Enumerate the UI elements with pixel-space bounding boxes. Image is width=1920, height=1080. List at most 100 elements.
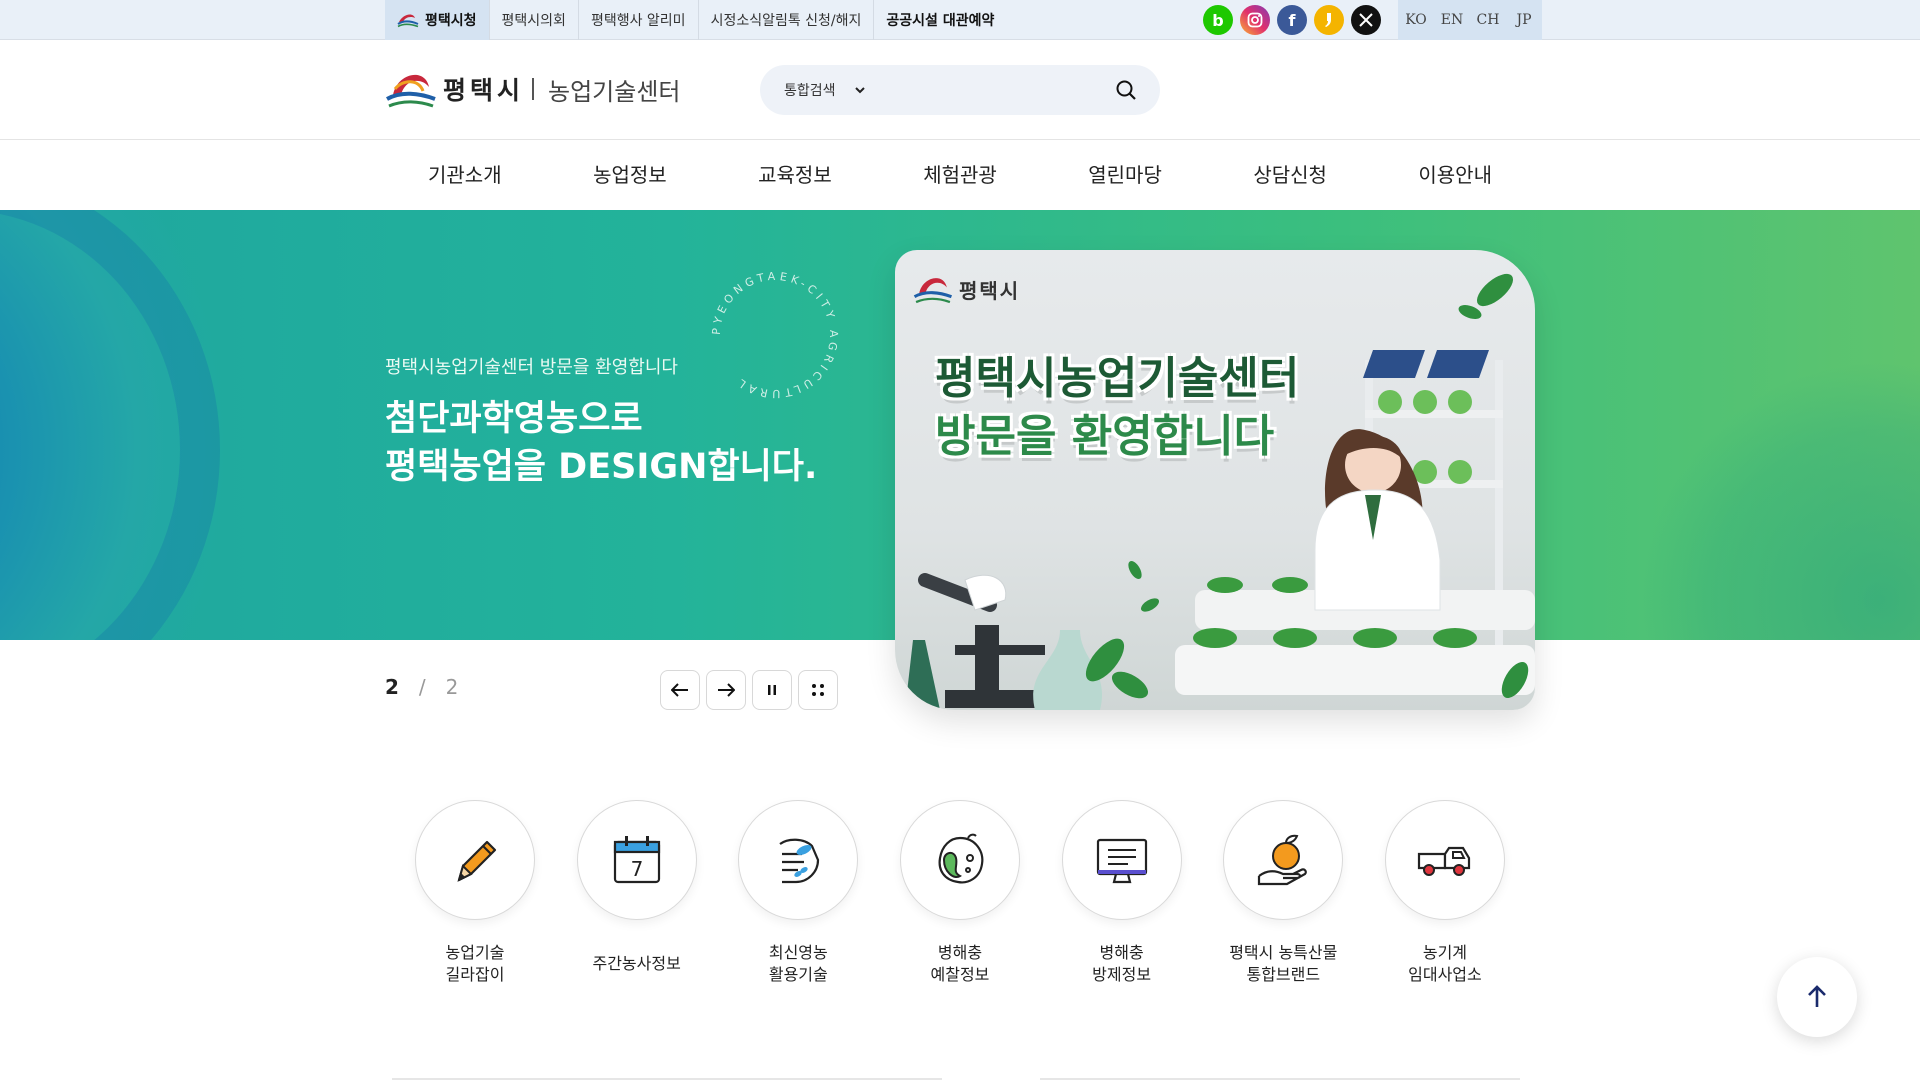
quick-item-pest-forecast[interactable]: 병해충 예찰정보 — [890, 800, 1030, 986]
card-logo: 평택시 — [913, 270, 1020, 308]
next-slide-button[interactable] — [706, 670, 746, 710]
quick-label-line: 예찰정보 — [930, 965, 990, 984]
back-to-top-button[interactable] — [1777, 957, 1857, 1037]
lang-en[interactable]: EN — [1434, 0, 1470, 40]
toplink-events[interactable]: 평택행사 알리미 — [579, 0, 699, 40]
quick-label-line: 활용기술 — [768, 965, 828, 984]
arrow-up-icon — [1808, 985, 1826, 1007]
quick-item-weekly-farming[interactable]: 7 주간농사정보 — [567, 800, 707, 986]
city-logo-icon — [913, 278, 953, 304]
kakao-icon[interactable] — [1314, 5, 1344, 35]
hero-title: 첨단과학영농으로 평택농업을 DESIGN합니다. — [385, 395, 817, 491]
facebook-glyph: f — [1288, 10, 1296, 30]
nav-agri-info[interactable]: 농업정보 — [593, 141, 667, 210]
quick-label: 농업기술 길라잡이 — [446, 942, 505, 986]
svg-text:7: 7 — [630, 857, 643, 881]
hero-subtitle: 평택시농업기술센터 방문을 환영합니다 — [385, 357, 678, 378]
nav-about[interactable]: 기관소개 — [428, 141, 502, 210]
quick-item-brand[interactable]: 평택시 농특산물 통합브랜드 — [1213, 800, 1353, 986]
quick-label: 최신영농 활용기술 — [769, 942, 828, 986]
lang-ch[interactable]: CH — [1470, 0, 1506, 40]
kakao-glyph — [1325, 13, 1331, 27]
x-icon[interactable] — [1351, 5, 1381, 35]
quick-label-line: 병해충 — [937, 943, 983, 962]
instagram-glyph — [1247, 12, 1263, 28]
hand-seed-icon — [779, 838, 820, 884]
pause-slide-button[interactable] — [752, 670, 792, 710]
quick-label: 평택시 농특산물 통합브랜드 — [1229, 942, 1337, 986]
top-utility-bar: 평택시청 평택시의회 평택행사 알리미 시정소식알림톡 신청/해지 공공시설 대… — [0, 0, 1920, 40]
quick-label: 농기계 임대사업소 — [1408, 942, 1482, 986]
toplink-city-hall[interactable]: 평택시청 — [385, 0, 490, 40]
quick-icon-circle — [738, 800, 859, 920]
instagram-icon[interactable] — [1240, 5, 1270, 35]
toplink-label: 공공시설 대관예약 — [886, 13, 995, 29]
quick-label-line: 방제정보 — [1092, 965, 1152, 984]
nav-consulting[interactable]: 상담신청 — [1253, 141, 1327, 210]
nav-open-forum[interactable]: 열린마당 — [1088, 141, 1162, 210]
lang-ko[interactable]: KO — [1398, 0, 1434, 40]
city-logo-icon — [397, 14, 419, 28]
orange-hand-icon — [1258, 834, 1308, 886]
card-title: 평택시농업기술센터 방문을 환영합니다 — [935, 350, 1299, 466]
lab-illustration — [905, 273, 1535, 710]
lang-jp[interactable]: JP — [1506, 0, 1542, 40]
toplink-facility-reservation[interactable]: 공공시설 대관예약 — [874, 0, 1006, 40]
facebook-icon[interactable]: f — [1277, 5, 1307, 35]
quick-icon-circle — [899, 800, 1020, 920]
search-button[interactable] — [1106, 70, 1146, 110]
arrow-left-icon — [671, 683, 688, 697]
logo-city-name: 평택시 — [443, 76, 525, 105]
nav-experience[interactable]: 체험관광 — [923, 141, 997, 210]
quick-icon-circle — [1061, 800, 1182, 920]
nav-guide[interactable]: 이용안내 — [1418, 141, 1492, 210]
slide-current: 2 — [385, 675, 399, 699]
search-scope-label: 통합검색 — [784, 83, 836, 99]
truck-icon — [1417, 846, 1471, 876]
quick-icon-circle — [1223, 800, 1344, 920]
hero-slide-image[interactable]: 평택시 평택시농업기술센터 방문을 환영합니다 — [895, 250, 1535, 710]
site-logo[interactable]: 평택시 농업기술센터 — [385, 65, 681, 113]
quick-item-machinery-rental[interactable]: 농기계 임대사업소 — [1375, 800, 1515, 986]
search-icon — [1116, 80, 1136, 100]
quick-label-line: 최신영농 — [768, 943, 828, 962]
quick-icon-circle: 7 — [576, 800, 697, 920]
arrow-right-icon — [718, 683, 735, 697]
toplink-council[interactable]: 평택시의회 — [490, 0, 579, 40]
quick-item-pest-control[interactable]: 병해충 방제정보 — [1052, 800, 1192, 986]
quick-item-latest-tech[interactable]: 최신영농 활용기술 — [728, 800, 868, 986]
view-all-slides-button[interactable] — [798, 670, 838, 710]
calendar-icon: 7 — [613, 836, 660, 884]
social-links: b f — [1203, 5, 1381, 35]
toplink-label: 평택행사 알리미 — [590, 13, 686, 29]
toplink-alimtalk[interactable]: 시정소식알림톡 신청/해지 — [699, 0, 875, 40]
slide-pager: 2 / 2 — [385, 675, 458, 699]
pause-icon — [768, 685, 776, 695]
quick-label: 병해충 예찰정보 — [931, 942, 990, 986]
x-glyph — [1359, 13, 1373, 27]
quick-icon-circle — [1384, 800, 1505, 920]
logo-org-name: 농업기술센터 — [548, 77, 681, 106]
nav-education[interactable]: 교육정보 — [758, 141, 832, 210]
language-selector: KO EN CH JP — [1398, 0, 1542, 40]
card-title-line: 평택시농업기술센터 — [935, 353, 1300, 404]
blog-icon[interactable]: b — [1203, 5, 1233, 35]
quick-label-line: 통합브랜드 — [1246, 965, 1321, 984]
search-input[interactable] — [904, 70, 1106, 110]
hero-title-line: 평택농업을 DESIGN합니다. — [385, 447, 818, 487]
quick-item-farming-guide[interactable]: 농업기술 길라잡이 — [405, 800, 545, 986]
quick-label-line: 임대사업소 — [1408, 965, 1482, 984]
circular-text-badge: PYEONGTAEK-CITY AGRICULTURAL — [710, 270, 840, 400]
quick-label-line: 농기계 — [1422, 943, 1468, 962]
prev-slide-button[interactable] — [660, 670, 700, 710]
main-navigation: 기관소개 농업정보 교육정보 체험관광 열린마당 상담신청 이용안내 — [0, 141, 1920, 210]
svg-text:PYEONGTAEK-CITY AGRICULTURAL: PYEONGTAEK-CITY AGRICULTURAL — [710, 270, 840, 400]
quick-label-line: 길라잡이 — [445, 965, 505, 984]
search-scope-select[interactable]: 통합검색 — [784, 80, 904, 100]
quick-label: 병해충 방제정보 — [1092, 942, 1151, 986]
toplink-label: 평택시청 — [425, 13, 477, 29]
quick-label-line: 병해충 — [1099, 943, 1144, 962]
monitor-icon — [1096, 838, 1147, 884]
quick-menu: 농업기술 길라잡이 7 주간농사정보 최신영농 활용기술 병해충 예찰정보 병해… — [385, 800, 1535, 986]
slide-controls — [660, 670, 838, 710]
